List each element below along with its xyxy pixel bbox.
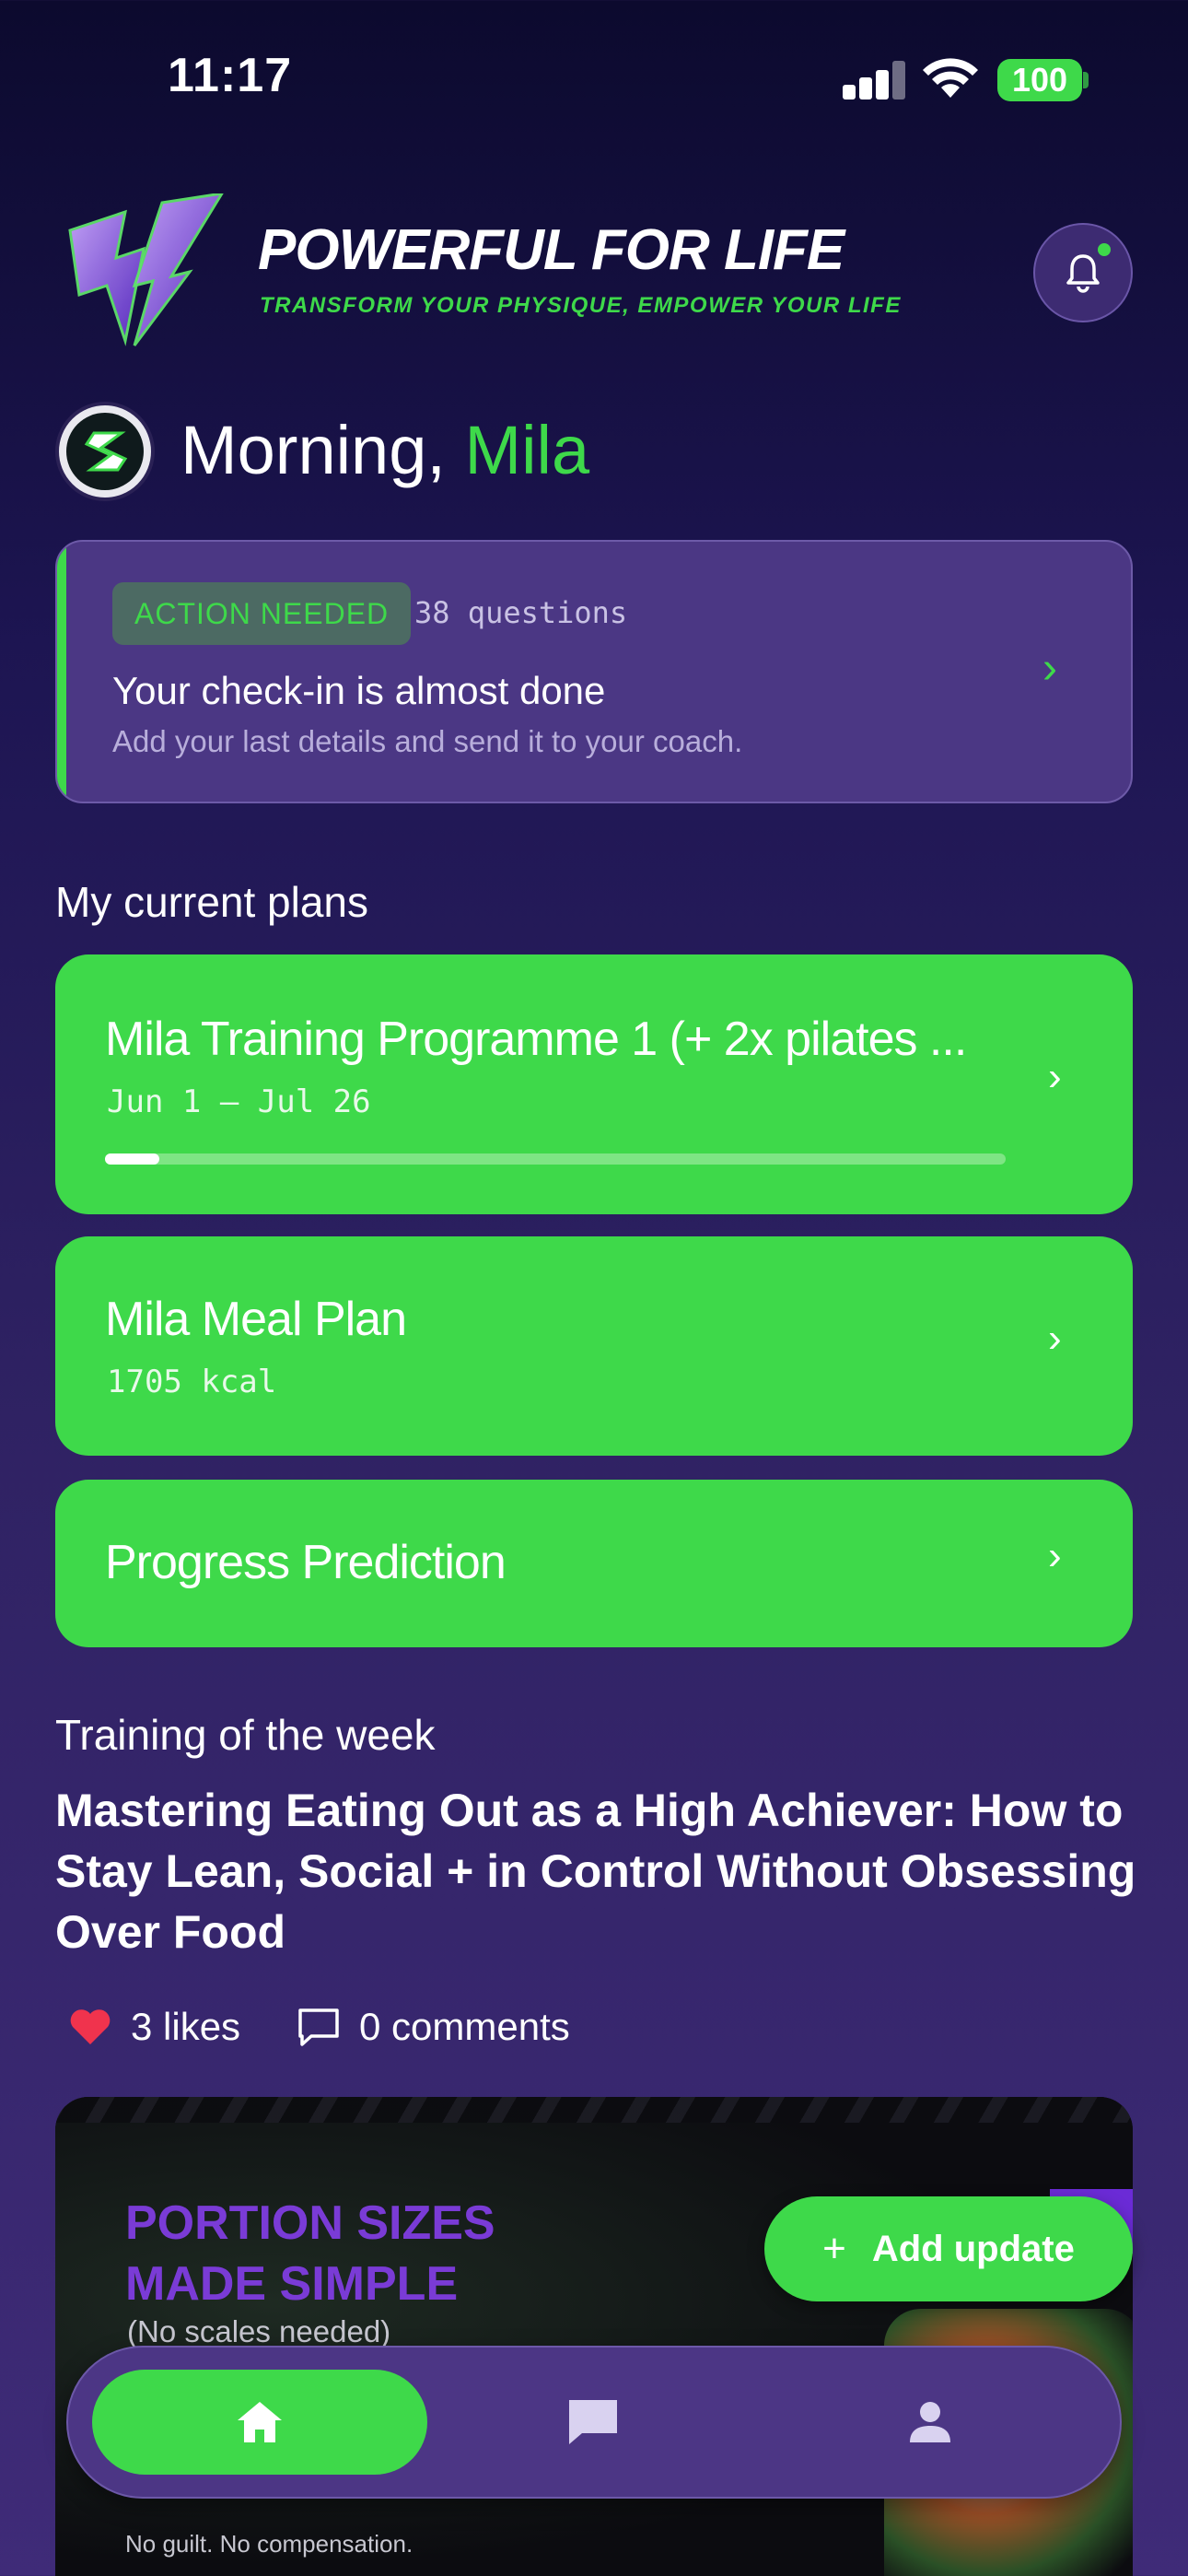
plan-kcal: 1705 kcal xyxy=(107,1364,277,1400)
add-update-label: Add update xyxy=(871,2228,1075,2269)
chevron-right-icon: › xyxy=(1048,1054,1062,1099)
checkin-title: Your check-in is almost done xyxy=(112,669,606,712)
likes-button[interactable]: 3 likes xyxy=(68,2005,240,2049)
plan-title: Progress Prediction xyxy=(105,1536,507,1589)
battery-indicator: 100 xyxy=(997,59,1082,101)
greeting-prefix: Morning, xyxy=(181,412,465,488)
card-accent xyxy=(57,542,66,802)
plan-progress-fill xyxy=(105,1153,159,1165)
image-footer: No guilt. No compensation. xyxy=(125,2530,413,2558)
image-headline-line2: MADE SIMPLE xyxy=(125,2257,459,2311)
cellular-signal-icon xyxy=(843,61,905,100)
wifi-icon xyxy=(923,58,978,98)
home-icon xyxy=(238,2402,282,2442)
heart-icon xyxy=(70,2009,111,2044)
action-needed-badge: ACTION NEEDED xyxy=(112,582,412,645)
avatar[interactable] xyxy=(55,402,155,501)
plans-section-label: My current plans xyxy=(55,878,369,926)
plus-icon: + xyxy=(822,2226,846,2271)
unread-dot xyxy=(1098,243,1111,256)
nav-chat[interactable] xyxy=(529,2370,658,2475)
notifications-button[interactable] xyxy=(1033,223,1133,322)
chat-icon xyxy=(569,2400,617,2444)
checkin-action-card[interactable]: ACTION NEEDED 38 questions Your check-in… xyxy=(55,540,1133,803)
plan-progress-bar xyxy=(105,1153,1006,1165)
image-subline: (No scales needed) xyxy=(127,2314,391,2348)
image-headline-line1: PORTION SIZES xyxy=(125,2196,495,2250)
brand-title: POWERFUL FOR LIFE xyxy=(258,218,844,282)
question-count: 38 questions xyxy=(414,595,628,630)
bell-icon xyxy=(1066,254,1100,293)
comment-icon xyxy=(298,2008,339,2046)
brand-tagline: TRANSFORM YOUR PHYSIQUE, EMPOWER YOUR LI… xyxy=(260,293,902,318)
likes-count: 3 likes xyxy=(131,2005,241,2048)
image-stripe xyxy=(55,2097,1133,2123)
plan-title: Mila Training Programme 1 (+ 2x pilates … xyxy=(105,1013,967,1066)
chevron-right-icon: › xyxy=(1048,1316,1062,1361)
avatar-logo-icon xyxy=(84,431,128,472)
chevron-right-icon: › xyxy=(1042,644,1057,693)
add-update-button[interactable]: + Add update xyxy=(764,2196,1133,2301)
checkin-subtitle: Add your last details and send it to you… xyxy=(112,724,743,758)
chevron-right-icon: › xyxy=(1048,1533,1062,1578)
battery-nub xyxy=(1083,72,1089,88)
plan-card-training[interactable]: Mila Training Programme 1 (+ 2x pilates … xyxy=(55,954,1133,1214)
profile-icon xyxy=(910,2402,950,2442)
plan-dates: Jun 1 – Jul 26 xyxy=(107,1083,371,1120)
nav-home[interactable] xyxy=(92,2370,427,2475)
comments-button[interactable]: 0 comments xyxy=(297,2005,570,2049)
status-time: 11:17 xyxy=(168,49,293,102)
brand-logo xyxy=(68,193,224,346)
plan-card-meal[interactable]: Mila Meal Plan 1705 kcal › xyxy=(55,1236,1133,1456)
training-image[interactable]: PORTION SIZES MADE SIMPLE (No scales nee… xyxy=(55,2097,1133,2576)
nav-profile[interactable] xyxy=(866,2370,995,2475)
bottom-nav xyxy=(66,2346,1122,2499)
comments-count: 0 comments xyxy=(359,2005,570,2048)
greeting-name: Mila xyxy=(464,412,590,488)
training-title[interactable]: Mastering Eating Out as a High Achiever:… xyxy=(55,1780,1142,1962)
greeting: Morning, Mila xyxy=(181,411,589,489)
plan-title: Mila Meal Plan xyxy=(105,1293,407,1346)
training-section-label: Training of the week xyxy=(55,1711,436,1759)
plan-card-progress-prediction[interactable]: Progress Prediction › xyxy=(55,1480,1133,1647)
image-headline: PORTION SIZES MADE SIMPLE xyxy=(125,2193,495,2314)
